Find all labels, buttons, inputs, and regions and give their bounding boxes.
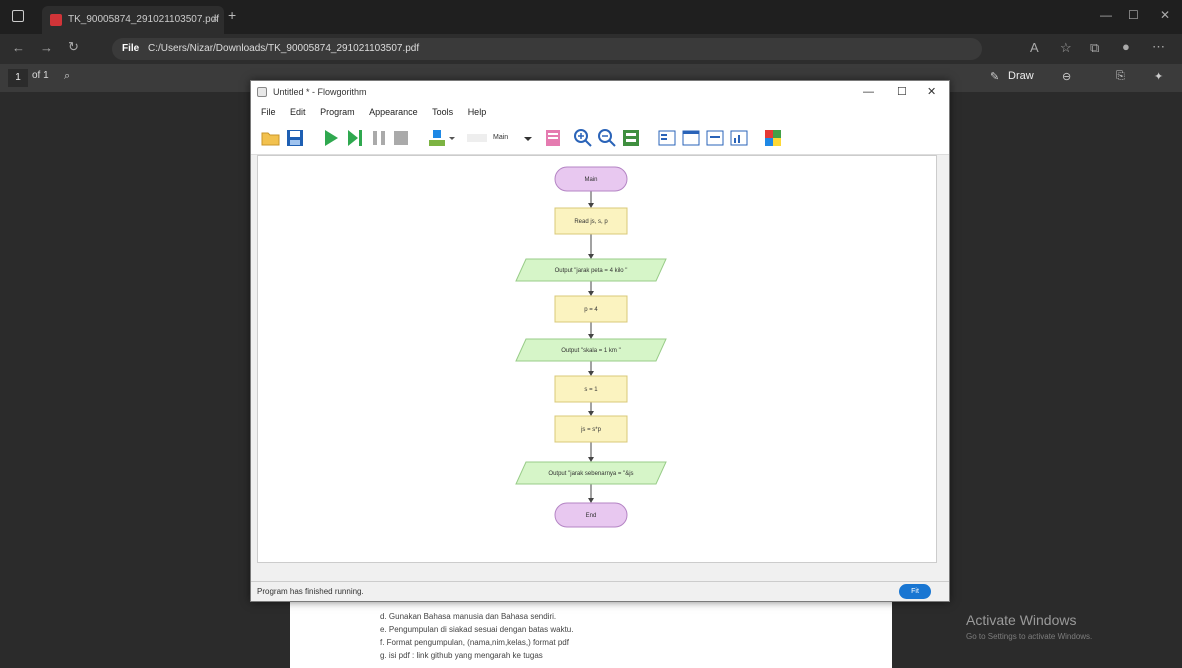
open-folder-icon[interactable] [261,128,281,148]
draw-icon[interactable]: ✎ [990,70,999,83]
function-list-icon [467,134,487,142]
process-label: p = 4 [584,307,598,313]
add-function-icon[interactable] [427,128,457,148]
fg-close-icon[interactable]: ✕ [927,81,936,103]
browser-tab-bar: TK_90005874_291021103507.pdf × + — ☐ ✕ [0,0,1182,34]
terminal-label: Main [584,177,597,183]
menu-appearance[interactable]: Appearance [369,107,418,117]
menu-program[interactable]: Program [320,107,355,117]
pdf-icon [50,14,62,26]
menu-edit[interactable]: Edit [290,107,306,117]
pdf-line: f. Format pengumpulan, (nama,nim,kelas,)… [380,638,569,647]
process-label: Read js, s, p [574,219,608,225]
run-icon[interactable] [321,128,341,148]
pdf-line: d. Gunakan Bahasa manusia dan Bahasa sen… [380,612,557,621]
save-icon[interactable] [285,128,305,148]
variables-icon[interactable] [543,128,563,148]
function-dropdown-icon[interactable] [521,128,535,148]
page-count: of 1 [32,70,49,81]
pin-icon[interactable]: ✦ [1154,70,1163,83]
search-icon[interactable]: ⌕ [64,70,70,83]
flowchart-diagram: Main Read js, s, p Output "jarak peta = 4 … [515,166,667,528]
toolbar: Main [251,121,949,155]
menu-tools[interactable]: Tools [432,107,453,117]
minimize-icon[interactable]: — [1100,8,1112,22]
more-icon[interactable]: ⋯ [1152,39,1165,55]
flow-arrow-head [588,203,594,208]
maximize-icon[interactable]: ☐ [1128,8,1139,22]
flow-arrow-head [588,254,594,259]
stop-icon[interactable] [391,128,411,148]
close-icon[interactable]: ✕ [1160,8,1170,22]
page-number-input[interactable]: 1 [8,69,28,87]
fg-minimize-icon[interactable]: — [863,81,874,103]
menu-help[interactable]: Help [468,107,487,117]
back-icon[interactable]: ← [12,40,25,55]
address-input[interactable]: File C:/Users/Nizar/Downloads/TK_9000587… [112,38,982,60]
chart-window-icon[interactable] [729,128,749,148]
process-label: js = s*p [580,427,602,433]
flow-arrow-head [588,291,594,296]
activate-windows-title: Activate Windows [966,612,1077,628]
tab-close-icon[interactable]: × [212,6,218,34]
collections-icon[interactable]: ⧉ [1090,40,1099,56]
layout-icon[interactable] [621,128,641,148]
erase-icon[interactable]: ⊖ [1062,70,1071,83]
io-label: Output "jarak sebenarnya = "&js [548,471,633,477]
io-label: Output "skala = 1 km " [561,348,620,354]
pdf-line: e. Pengumpulan di siakad sesuai dengan b… [380,625,574,634]
vertical-scrollbar[interactable] [937,155,947,563]
draw-button[interactable]: Draw [1008,70,1034,82]
menu-file[interactable]: File [261,107,276,117]
horizontal-scrollbar[interactable] [257,563,937,571]
flowchart-canvas[interactable]: Main Read js, s, p Output "jarak peta = 4 … [257,155,937,563]
flow-arrow-head [588,334,594,339]
favorite-icon[interactable]: ☆ [1060,40,1072,56]
browser-tab[interactable]: TK_90005874_291021103507.pdf × [42,6,224,34]
variable-watch-icon[interactable] [705,128,725,148]
fg-maximize-icon[interactable]: ☐ [897,81,907,103]
status-text: Program has finished running. [257,587,364,596]
flow-arrow-head [588,411,594,416]
menu-bar: File Edit Program Appearance Tools Help [251,103,949,121]
zoom-out-icon[interactable] [597,128,617,148]
function-select[interactable]: Main [493,134,508,141]
flow-arrow-head [588,371,594,376]
step-icon[interactable] [345,128,365,148]
io-label: Output "jarak peta = 4 kilo " [555,268,628,274]
refresh-icon[interactable]: ↻ [68,39,79,55]
address-path: C:/Users/Nizar/Downloads/TK_90005874_291… [148,43,420,54]
source-code-icon[interactable] [657,128,677,148]
tab-actions-icon[interactable] [12,10,24,22]
pause-icon[interactable] [369,128,389,148]
pdf-line: g. isi pdf : link github yang mengarah k… [380,651,543,660]
console-icon[interactable] [681,128,701,148]
flow-arrow-head [588,498,594,503]
style-icon[interactable] [763,128,783,148]
activate-windows-subtitle: Go to Settings to activate Windows. [966,632,1093,641]
window-title: Untitled * - Flowgorithm [273,87,367,97]
address-bar-row: ← → ↻ File C:/Users/Nizar/Downloads/TK_9… [0,34,1182,64]
flow-arrow-head [588,457,594,462]
profile-icon[interactable]: ● [1122,39,1130,54]
flowgorithm-window: Untitled * - Flowgorithm — ☐ ✕ File Edit… [250,80,950,602]
forward-icon[interactable]: → [40,40,53,55]
process-label: s = 1 [584,387,598,393]
zoom-fit-button[interactable]: Fit [899,584,931,599]
tab-title: TK_90005874_291021103507.pdf [68,14,220,25]
save-icon[interactable]: ⎘ [1116,70,1125,83]
flowgorithm-app-icon [257,87,267,97]
address-scheme: File [122,43,140,54]
new-tab-button[interactable]: + [228,7,236,23]
zoom-in-icon[interactable] [573,128,593,148]
flowgorithm-title-bar: Untitled * - Flowgorithm — ☐ ✕ [251,81,949,103]
terminal-label: End [586,513,597,519]
read-aloud-icon[interactable]: A [1030,40,1039,55]
status-bar: Program has finished running. [251,581,949,601]
